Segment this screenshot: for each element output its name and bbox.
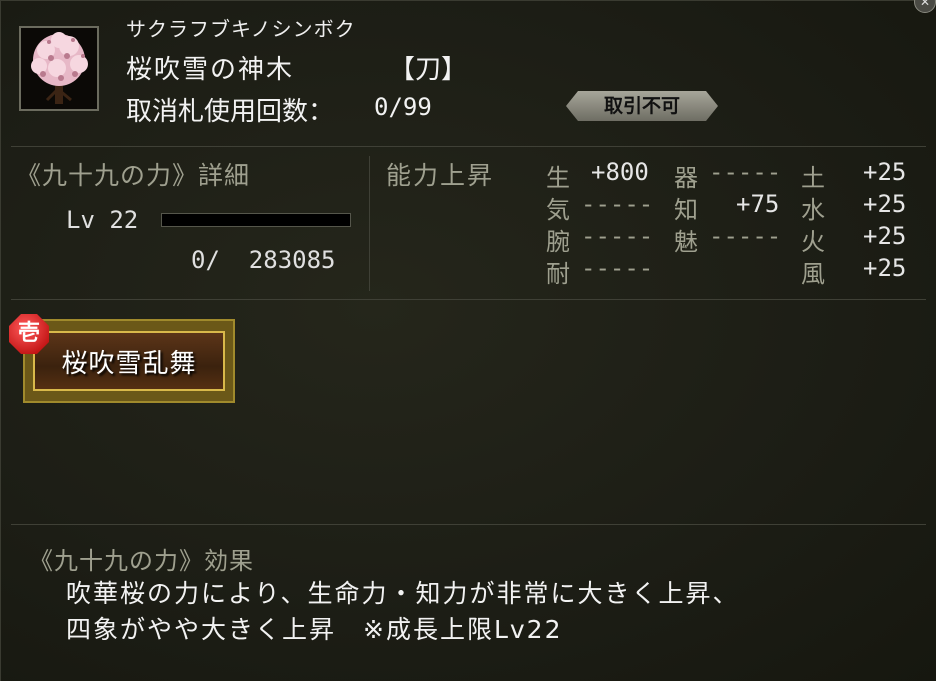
exp-bar <box>161 213 351 227</box>
stat-value: ----- <box>709 158 782 186</box>
stat-value: ----- <box>581 254 654 282</box>
stat-label: 風 <box>801 260 825 288</box>
stat-label: 水 <box>801 196 825 224</box>
trade-status-badge: 取引不可 <box>566 91 718 121</box>
stat-label: 気 <box>546 196 570 224</box>
stat-label: 魅 <box>674 228 698 256</box>
level-label: Lv 22 <box>66 206 139 234</box>
skill-button[interactable]: 桜吹雪乱舞 <box>23 319 235 403</box>
divider <box>11 299 926 300</box>
ability-title: 能力上昇 <box>386 161 495 190</box>
divider <box>11 146 926 147</box>
item-detail-window: ✕ サクラフブキノシンボク 桜吹雪の神木 【刀】 取消札使用回数： 0/99 取… <box>0 0 936 681</box>
usage-value: 0/99 <box>374 93 432 121</box>
skill-name: 桜吹雪乱舞 <box>33 331 225 391</box>
exp-text: 0/ 283085 <box>191 246 336 274</box>
stat-label: 火 <box>801 228 825 256</box>
stat-value: +75 <box>736 190 780 218</box>
usage-label: 取消札使用回数： <box>126 97 335 127</box>
effect-description-line: 吹華桜の力により、生命力・知力が非常に大きく上昇、 <box>66 579 740 608</box>
item-name: 桜吹雪の神木 <box>126 55 295 85</box>
stat-label: 耐 <box>546 260 570 288</box>
item-furigana: サクラフブキノシンボク <box>126 17 356 41</box>
stat-value: ----- <box>581 222 654 250</box>
stat-label: 土 <box>801 164 825 192</box>
power-detail-title: 《九十九の力》詳細 <box>16 161 251 190</box>
close-button[interactable]: ✕ <box>914 0 936 13</box>
divider <box>369 156 370 291</box>
stat-value: ----- <box>581 190 654 218</box>
stat-label: 生 <box>546 164 570 192</box>
stat-value: +25 <box>863 254 907 282</box>
stat-label: 知 <box>674 196 698 224</box>
skill-rank-badge: 壱 <box>9 314 49 354</box>
effect-title: 《九十九の力》効果 <box>29 547 254 575</box>
stat-value: +800 <box>591 158 649 186</box>
stat-value: +25 <box>863 190 907 218</box>
stat-value: ----- <box>709 222 782 250</box>
stat-value: +25 <box>863 222 907 250</box>
stat-label: 腕 <box>546 228 570 256</box>
stat-label: 器 <box>674 164 698 192</box>
item-type: 【刀】 <box>389 55 468 85</box>
divider <box>11 524 926 525</box>
cherry-blossom-tree-icon <box>19 26 99 111</box>
effect-description-line: 四象がやや大きく上昇 ※成長上限Lv22 <box>66 615 563 644</box>
stat-value: +25 <box>863 158 907 186</box>
